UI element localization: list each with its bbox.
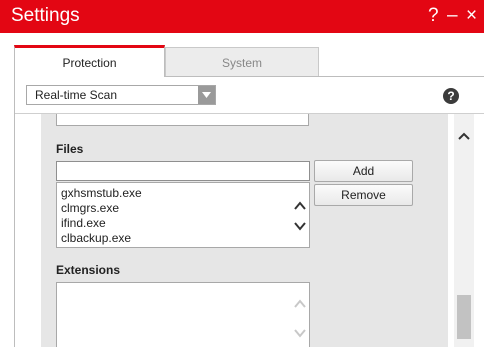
chevron-down-icon[interactable] <box>198 86 215 104</box>
add-button[interactable]: Add <box>314 160 413 182</box>
tab-bar: Protection System <box>14 45 484 77</box>
title-bar: Settings ? – × <box>0 0 484 33</box>
section-dropdown-value: Real-time Scan <box>35 88 118 102</box>
content-scrollbar[interactable] <box>454 114 474 347</box>
minimize-icon[interactable]: – <box>447 4 458 28</box>
scroll-up-icon[interactable] <box>456 128 472 144</box>
extensions-list[interactable] <box>56 282 310 347</box>
help-circle-icon[interactable]: ? <box>443 88 459 104</box>
files-label: Files <box>56 142 84 156</box>
help-icon[interactable]: ? <box>428 4 439 28</box>
file-input[interactable] <box>56 161 310 181</box>
previous-list-box[interactable] <box>56 114 309 126</box>
list-scroll-up-icon[interactable] <box>292 199 308 213</box>
window-title: Settings <box>11 5 80 26</box>
extensions-scroll-up-icon <box>292 297 308 311</box>
remove-button[interactable]: Remove <box>314 184 413 206</box>
list-scroll-down-icon[interactable] <box>292 219 308 233</box>
scrollbar-thumb[interactable] <box>457 295 471 339</box>
tab-protection[interactable]: Protection <box>14 45 165 77</box>
list-item[interactable]: clmgrs.exe <box>61 201 119 215</box>
extensions-label: Extensions <box>56 263 121 277</box>
tab-system[interactable]: System <box>165 47 319 77</box>
panel-border <box>14 76 15 347</box>
list-item[interactable]: ifind.exe <box>61 216 106 230</box>
section-dropdown[interactable]: Real-time Scan <box>26 85 216 105</box>
list-item[interactable]: clbackup.exe <box>61 231 131 245</box>
files-list[interactable]: gxhsmstub.exe clmgrs.exe ifind.exe clbac… <box>56 182 310 248</box>
close-icon[interactable]: × <box>466 4 477 28</box>
extensions-scroll-down-icon <box>292 326 308 340</box>
list-item[interactable]: gxhsmstub.exe <box>61 186 142 200</box>
